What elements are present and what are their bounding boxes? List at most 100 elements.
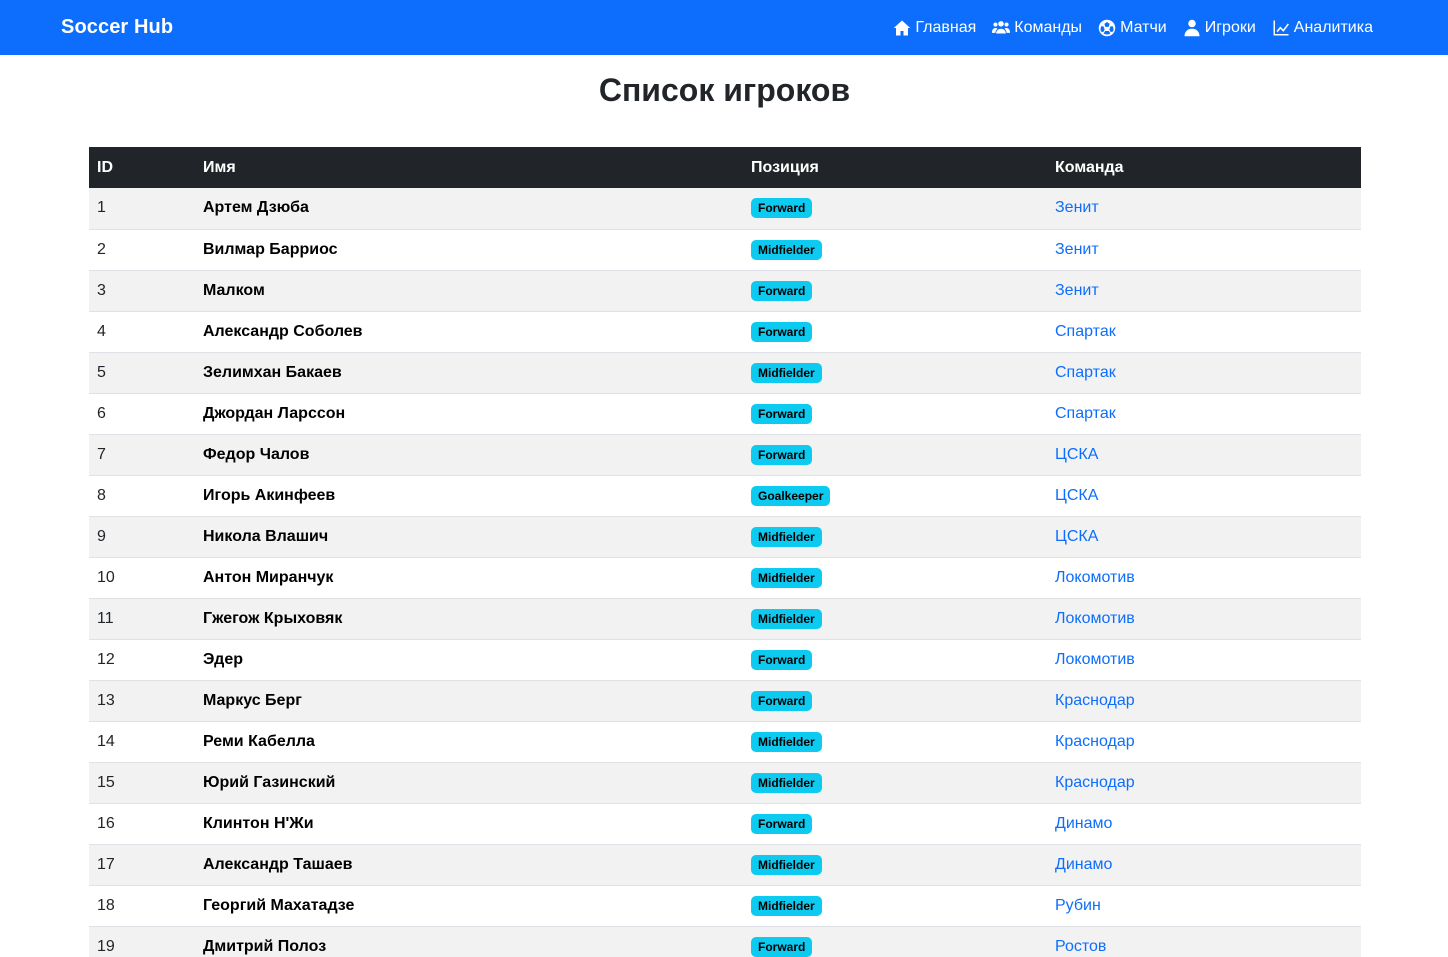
position-badge: Forward [751,321,813,342]
table-row: 2 Вилмар Барриос Midfielder Зенит [89,229,1361,271]
team-link[interactable]: Спартак [1055,323,1116,340]
player-position-cell: Midfielder [743,598,1047,640]
player-team-cell: Динамо [1047,803,1361,845]
team-link[interactable]: Локомотив [1055,569,1135,586]
position-badge: Midfielder [751,854,822,875]
player-team-cell: Зенит [1047,229,1361,271]
nav-menu: Главная Команды Матчи Игроки Аналитика [893,19,1373,37]
player-name: Никола Влашич [195,516,743,558]
team-link[interactable]: Зенит [1055,282,1099,299]
table-row: 19 Дмитрий Полоз Forward Ростов [89,926,1361,957]
player-position-cell: Midfielder [743,844,1047,886]
position-badge: Midfielder [751,608,822,629]
header-name: Имя [203,158,236,176]
header-position: Позиция [751,158,819,176]
player-id: 4 [89,311,195,353]
table-row: 16 Клинтон Н'Жи Forward Динамо [89,803,1361,845]
player-position-cell: Forward [743,434,1047,476]
player-position-cell: Forward [743,311,1047,353]
player-position-cell: Midfielder [743,762,1047,804]
position-badge: Midfielder [751,526,822,547]
player-team-cell: Ростов [1047,926,1361,957]
player-name: Александр Ташаев [195,844,743,886]
player-team-cell: Локомотив [1047,557,1361,599]
player-id: 16 [89,803,195,845]
table-row: 10 Антон Миранчук Midfielder Локомотив [89,557,1361,599]
player-team-cell: Спартак [1047,352,1361,394]
team-link[interactable]: Краснодар [1055,692,1135,709]
nav-analytics[interactable]: Аналитика [1272,19,1373,37]
brand-logo[interactable]: Soccer Hub [61,16,173,39]
player-team-cell: Динамо [1047,844,1361,886]
player-position-cell: Forward [743,803,1047,845]
player-id: 10 [89,557,195,599]
table-row: 11 Гжегож Крыховяк Midfielder Локомотив [89,598,1361,640]
team-link[interactable]: Динамо [1055,856,1112,873]
table-row: 6 Джордан Ларссон Forward Спартак [89,393,1361,435]
nav-players[interactable]: Игроки [1183,19,1256,37]
player-position-cell: Forward [743,270,1047,312]
team-link[interactable]: Зенит [1055,199,1099,216]
nav-home[interactable]: Главная [893,19,976,37]
team-link[interactable]: Ростов [1055,938,1106,955]
nav-label: Аналитика [1293,18,1373,36]
team-link[interactable]: Рубин [1055,897,1101,914]
table-row: 8 Игорь Акинфеев Goalkeeper ЦСКА [89,475,1361,517]
team-link[interactable]: Краснодар [1055,733,1135,750]
team-link[interactable]: Краснодар [1055,774,1135,791]
team-link[interactable]: Спартак [1055,405,1116,422]
team-link[interactable]: Локомотив [1055,610,1135,627]
player-id: 2 [89,229,195,271]
position-badge: Forward [751,403,813,424]
table-row: 3 Малком Forward Зенит [89,270,1361,312]
team-link[interactable]: Динамо [1055,815,1112,832]
team-link[interactable]: Локомотив [1055,651,1135,668]
user-icon [1184,19,1200,36]
player-id: 7 [89,434,195,476]
player-name: Маркус Берг [195,680,743,722]
player-team-cell: Спартак [1047,393,1361,435]
table-row: 5 Зелимхан Бакаев Midfielder Спартак [89,352,1361,394]
nav-matches[interactable]: Матчи [1098,19,1167,37]
nav-teams[interactable]: Команды [992,19,1082,37]
player-name: Федор Чалов [195,434,743,476]
nav-label: Главная [915,18,977,36]
nav-label: Матчи [1120,18,1167,36]
team-link[interactable]: Зенит [1055,241,1099,258]
position-badge: Forward [751,198,813,219]
player-name: Малком [195,270,743,312]
player-team-cell: Краснодар [1047,721,1361,763]
team-link[interactable]: ЦСКА [1055,487,1098,504]
player-position-cell: Goalkeeper [743,475,1047,517]
team-link[interactable]: Спартак [1055,364,1116,381]
player-name: Юрий Газинский [195,762,743,804]
position-badge: Forward [751,649,813,670]
nav-label: Игроки [1204,18,1256,36]
position-badge: Midfielder [751,772,822,793]
table-row: 1 Артем Дзюба Forward Зенит [89,188,1361,230]
player-position-cell: Forward [743,393,1047,435]
player-id: 15 [89,762,195,804]
position-badge: Midfielder [751,362,822,383]
users-icon [992,20,1011,34]
player-id: 5 [89,352,195,394]
player-id: 14 [89,721,195,763]
player-team-cell: Рубин [1047,885,1361,927]
player-position-cell: Midfielder [743,229,1047,271]
position-badge: Midfielder [751,895,822,916]
player-id: 6 [89,393,195,435]
player-id: 19 [89,926,195,957]
nav-label: Команды [1014,18,1083,36]
position-badge: Forward [751,690,813,711]
player-position-cell: Forward [743,926,1047,957]
team-link[interactable]: ЦСКА [1055,528,1098,545]
player-team-cell: ЦСКА [1047,516,1361,558]
player-id: 9 [89,516,195,558]
table-header-row: ID Имя Позиция Команда [89,147,1361,188]
position-badge: Midfielder [751,731,822,752]
player-name: Артем Дзюба [195,188,743,230]
team-link[interactable]: ЦСКА [1055,446,1098,463]
player-position-cell: Midfielder [743,721,1047,763]
player-name: Клинтон Н'Жи [195,803,743,845]
table-row: 12 Эдер Forward Локомотив [89,639,1361,681]
